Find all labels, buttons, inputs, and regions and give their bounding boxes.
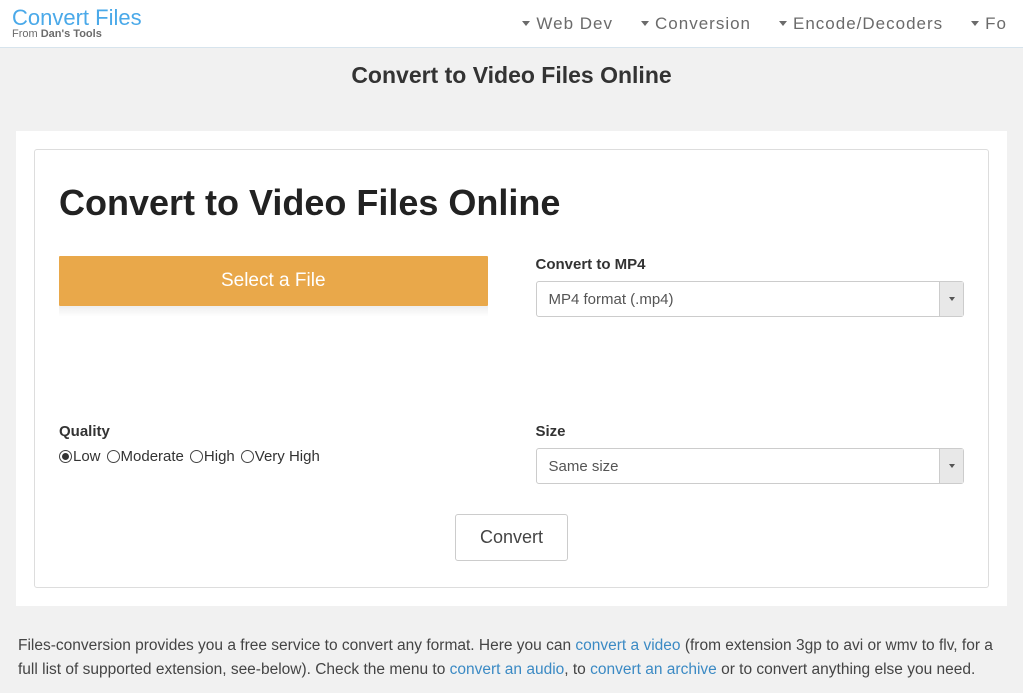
brand-subtitle: From Dan's Tools xyxy=(12,29,142,41)
nav-item-webdev[interactable]: Web Dev xyxy=(522,14,613,34)
dropdown-button[interactable] xyxy=(939,449,963,483)
chevron-down-icon xyxy=(949,297,955,301)
desc-text: , to xyxy=(564,661,590,678)
row-spacer xyxy=(59,335,964,423)
nav-label: Web Dev xyxy=(536,14,613,34)
row-quality-size: Quality Low Moderate High xyxy=(59,423,964,484)
desc-text: or to convert anything else you need. xyxy=(717,661,976,678)
radio-label: Very High xyxy=(255,448,320,465)
link-convert-archive[interactable]: convert an archive xyxy=(590,661,717,678)
dropdown-button[interactable] xyxy=(939,282,963,316)
brand[interactable]: Convert Files From Dan's Tools xyxy=(12,6,142,41)
row-upload-format: Select a File Convert to MP4 MP4 format … xyxy=(59,256,964,317)
nav-label: Encode/Decoders xyxy=(793,14,943,34)
radio-icon xyxy=(190,450,203,463)
convert-wrap: Convert xyxy=(59,514,964,561)
radio-icon xyxy=(241,450,254,463)
radio-label: High xyxy=(204,448,235,465)
quality-radio-moderate[interactable]: Moderate xyxy=(107,448,184,465)
upload-shadow xyxy=(59,306,488,316)
quality-radio-veryhigh[interactable]: Very High xyxy=(241,448,320,465)
size-label: Size xyxy=(536,423,965,440)
link-convert-audio[interactable]: convert an audio xyxy=(450,661,565,678)
col-quality: Quality Low Moderate High xyxy=(59,423,488,484)
caret-down-icon xyxy=(641,21,649,26)
format-select[interactable]: MP4 format (.mp4) xyxy=(536,281,965,317)
quality-radio-low[interactable]: Low xyxy=(59,448,101,465)
format-value: MP4 format (.mp4) xyxy=(537,282,940,316)
format-label: Convert to MP4 xyxy=(536,256,965,273)
card: Convert to Video Files Online Select a F… xyxy=(16,131,1007,606)
radio-label: Moderate xyxy=(121,448,184,465)
caret-down-icon xyxy=(522,21,530,26)
radio-icon xyxy=(59,450,72,463)
col-upload: Select a File xyxy=(59,256,488,317)
quality-label: Quality xyxy=(59,423,488,440)
brand-sub-bold: Dan's Tools xyxy=(41,28,102,40)
col-size: Size Same size xyxy=(536,423,965,484)
panel: Convert to Video Files Online Select a F… xyxy=(34,149,989,588)
nav-item-partial[interactable]: Fo xyxy=(971,14,1007,34)
container: Convert to Video Files Online Select a F… xyxy=(0,131,1023,682)
quality-radio-high[interactable]: High xyxy=(190,448,235,465)
select-file-button[interactable]: Select a File xyxy=(59,256,488,306)
size-value: Same size xyxy=(537,449,940,483)
brand-sub-prefix: From xyxy=(12,28,41,40)
quality-radios: Low Moderate High Very High xyxy=(59,448,488,465)
description: Files-conversion provides you a free ser… xyxy=(16,634,1007,682)
nav-label: Conversion xyxy=(655,14,751,34)
main-nav: Web Dev Conversion Encode/Decoders Fo xyxy=(522,14,1011,34)
size-select[interactable]: Same size xyxy=(536,448,965,484)
panel-title: Convert to Video Files Online xyxy=(59,182,964,224)
nav-item-conversion[interactable]: Conversion xyxy=(641,14,751,34)
caret-down-icon xyxy=(971,21,979,26)
convert-button[interactable]: Convert xyxy=(455,514,568,561)
radio-label: Low xyxy=(73,448,101,465)
link-convert-video[interactable]: convert a video xyxy=(575,637,680,654)
topbar: Convert Files From Dan's Tools Web Dev C… xyxy=(0,0,1023,48)
nav-label: Fo xyxy=(985,14,1007,34)
chevron-down-icon xyxy=(949,464,955,468)
page-title: Convert to Video Files Online xyxy=(0,48,1023,103)
caret-down-icon xyxy=(779,21,787,26)
radio-icon xyxy=(107,450,120,463)
brand-title: Convert Files xyxy=(12,6,142,29)
col-format: Convert to MP4 MP4 format (.mp4) xyxy=(536,256,965,317)
desc-text: Files-conversion provides you a free ser… xyxy=(18,637,575,654)
nav-item-encoders[interactable]: Encode/Decoders xyxy=(779,14,943,34)
